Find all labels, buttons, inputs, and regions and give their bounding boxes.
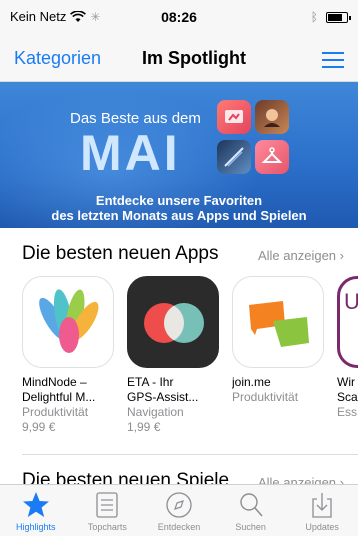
list-icon [96,492,119,518]
mindnode-icon [22,276,114,368]
app-name-line-2: GPS-Assist... [127,390,199,404]
bluetooth-icon: ᛒ [310,10,318,24]
app-card-eta[interactable]: ETA - Ihr GPS-Assist... Navigation 1,99 … [127,276,219,435]
tab-label: Highlights [16,522,56,532]
banner-app-tile-1 [217,100,251,134]
compass-icon [166,492,192,518]
app-card-joinme[interactable]: join.me Produktivität [232,276,324,405]
tab-bar: Highlights Topcharts Entdecken Suchen Up… [0,484,358,536]
banner-app-tile-2 [255,100,289,134]
featured-banner[interactable]: Das Beste aus dem MAI Entdecke unsere Fa… [0,82,358,228]
app-name-line-2: Sca [337,390,358,404]
see-all-apps-link[interactable]: Alle anzeigen › [258,248,344,263]
section-title-apps: Die besten neuen Apps [22,243,219,264]
page-title: Im Spotlight [142,48,246,68]
tab-label: Topcharts [87,522,127,532]
star-icon [22,492,49,517]
eta-icon [127,276,219,368]
app-card-mindnode[interactable]: MindNode – Delightful M... Produktivität… [22,276,114,435]
tab-label: Entdecken [157,522,201,532]
see-all-apps-label: Alle anzeigen [257,248,337,263]
app-name-line-1: join.me [232,375,271,389]
app-name-line-2: Delightful M... [22,390,96,404]
app-name-line-1: MindNode – [22,375,87,389]
app-category: Produktivität [22,405,89,419]
battery-icon [326,11,351,23]
tab-entdecken[interactable]: Entdecken [143,485,215,536]
app-category: Produktivität [232,390,299,404]
section-divider [22,454,358,455]
banner-subtitle-line-1: Entdecke unsere Favoriten [95,193,263,208]
download-icon [312,493,332,518]
chevron-right-icon: › [339,248,344,263]
app-name-line-1: Wir [337,375,355,389]
joinme-icon [232,276,324,368]
tab-label: Suchen [235,522,266,532]
status-bar: Kein Netz ✳ 08:26 ᛒ [0,0,358,38]
list-menu-icon[interactable] [322,52,344,68]
search-icon [239,493,263,517]
app-category: Navigation [127,405,184,419]
tab-updates[interactable]: Updates [286,485,358,536]
app-name-line-1: ETA - Ihr [127,375,174,389]
tab-label: Updates [305,522,339,532]
clock: 08:26 [161,9,197,25]
navigation-bar: Kategorien Im Spotlight [0,38,358,82]
banner-app-tile-3 [217,140,251,174]
tab-suchen[interactable]: Suchen [215,485,287,536]
app-card-partial[interactable]: U Wir Sca Ess [337,276,358,420]
app-price: 9,99 € [22,420,56,434]
app-category: Ess [337,405,358,419]
partial-app-icon-glyph: U [344,289,358,315]
banner-app-tile-4 [255,140,289,174]
tab-topcharts[interactable]: Topcharts [72,485,144,536]
status-right: ᛒ [310,10,351,24]
banner-subtitle: Entdecke unsere Favoriten des letzten Mo… [0,193,358,223]
app-price: 1,99 € [127,420,161,434]
banner-big-title: MAI [80,125,181,181]
partial-app-icon: U [337,276,358,368]
tab-highlights[interactable]: Highlights [0,485,72,536]
banner-subtitle-line-2: des letzten Monats aus Apps und Spielen [51,208,307,223]
